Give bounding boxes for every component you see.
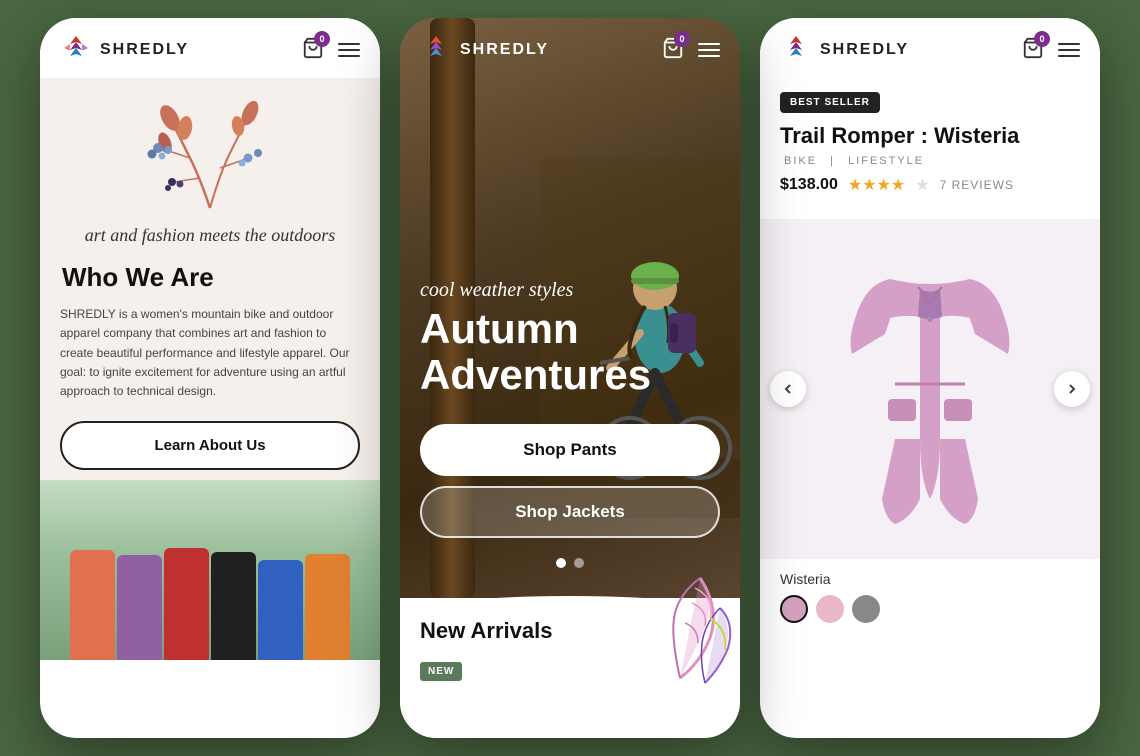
product-price: $138.00	[780, 176, 838, 194]
shredly-logo-icon-2	[420, 34, 452, 66]
chevron-right-icon	[1066, 383, 1078, 395]
phone2-cta-buttons: Shop Pants Shop Jackets	[420, 424, 720, 538]
romper-illustration	[810, 239, 1050, 539]
phone2-autumn-line2: Adventures	[420, 352, 651, 398]
product-title: Trail Romper : Wisteria	[780, 123, 1080, 149]
swatch-wisteria[interactable]	[780, 595, 808, 623]
product-categories: BIKE | LIFESTYLE	[780, 155, 1080, 167]
category-bike: BIKE	[784, 155, 817, 167]
product-stars: ★★★★	[848, 175, 905, 195]
carousel-prev-button[interactable]	[770, 371, 806, 407]
phone3-cart-badge: 0	[1034, 31, 1050, 47]
phone3-logo: SHREDLY	[780, 34, 909, 66]
carousel-next-button[interactable]	[1054, 371, 1090, 407]
feather-decoration	[620, 568, 740, 688]
phone1-cart-badge: 0	[314, 31, 330, 47]
shop-jackets-button[interactable]: Shop Jackets	[420, 486, 720, 538]
phone1-cart[interactable]: 0	[302, 37, 324, 64]
phone-3: SHREDLY 0 BEST SELLER Trail Romper : Wis…	[760, 18, 1100, 738]
phone2-cart-badge: 0	[674, 31, 690, 47]
phone3-product-image	[760, 219, 1100, 559]
product-star-half: ★	[915, 175, 929, 195]
phone3-bottom: Wisteria	[760, 559, 1100, 635]
phone3-cart[interactable]: 0	[1022, 37, 1044, 64]
learn-about-us-button[interactable]: Learn About Us	[60, 421, 360, 470]
figure-3	[164, 548, 209, 660]
shredly-logo-icon-3	[780, 34, 812, 66]
phone2-bottom: New Arrivals NEW	[400, 598, 740, 738]
phone2-hero-text: cool weather styles Autumn Adventures	[420, 279, 651, 398]
phone3-nav-icons: 0	[1022, 37, 1080, 64]
shredly-logo-icon	[60, 34, 92, 66]
phone2-autumn-line1: Autumn	[420, 306, 651, 352]
color-name-label: Wisteria	[780, 571, 1080, 587]
swatch-pink[interactable]	[816, 595, 844, 623]
swatch-gray[interactable]	[852, 595, 880, 623]
figure-4	[211, 552, 256, 660]
figure-2	[117, 555, 162, 660]
phone2-logo: SHREDLY	[420, 34, 549, 66]
color-swatches	[780, 595, 1080, 623]
figure-6	[305, 554, 350, 660]
group-photo-simulation	[40, 480, 380, 660]
phone1-nav: SHREDLY 0	[40, 18, 380, 78]
phone1-description: SHREDLY is a women's mountain bike and o…	[60, 305, 360, 401]
dot-1[interactable]	[556, 558, 566, 568]
phone2-new-badge: NEW	[420, 662, 462, 681]
phone1-hero: art and fashion meets the outdoors Who W…	[40, 78, 380, 480]
phone1-tagline: art and fashion meets the outdoors	[60, 223, 360, 248]
phone1-logo-text: SHREDLY	[100, 41, 189, 59]
phone2-nav: SHREDLY 0	[400, 18, 740, 78]
phone2-hamburger[interactable]	[698, 43, 720, 57]
floral-art	[130, 98, 290, 218]
phone1-who-heading: Who We Are	[60, 262, 360, 293]
phone3-nav: SHREDLY 0	[760, 18, 1100, 78]
phone3-hamburger[interactable]	[1058, 43, 1080, 57]
phone2-cool-label: cool weather styles	[420, 279, 651, 302]
product-review-count: 7 REVIEWS	[940, 178, 1014, 192]
group-figures	[70, 530, 350, 660]
phone1-logo: SHREDLY	[60, 34, 189, 66]
product-price-row: $138.00 ★★★★★ 7 REVIEWS	[780, 175, 1080, 195]
figure-1	[70, 550, 115, 660]
phone2-carousel-dots	[556, 558, 584, 568]
phones-container: SHREDLY 0	[0, 0, 1140, 756]
category-lifestyle: LIFESTYLE	[848, 155, 924, 167]
category-separator: |	[830, 155, 835, 167]
dot-2[interactable]	[574, 558, 584, 568]
phone3-logo-text: SHREDLY	[820, 41, 909, 59]
phone2-cart[interactable]: 0	[662, 37, 684, 64]
phone3-product-content: BEST SELLER Trail Romper : Wisteria BIKE…	[760, 78, 1100, 219]
phone1-hamburger[interactable]	[338, 43, 360, 57]
phone1-nav-icons: 0	[302, 37, 360, 64]
chevron-left-icon	[782, 383, 794, 395]
figure-5	[258, 560, 303, 660]
phone2-logo-text: SHREDLY	[460, 41, 549, 59]
phone-2: SHREDLY 0 cool weather styles Autumn Adv…	[400, 18, 740, 738]
phone1-group-photo	[40, 480, 380, 660]
phone-1: SHREDLY 0	[40, 18, 380, 738]
phone2-hero: SHREDLY 0 cool weather styles Autumn Adv…	[400, 18, 740, 598]
phone2-nav-icons: 0	[662, 37, 720, 64]
shop-pants-button[interactable]: Shop Pants	[420, 424, 720, 476]
best-seller-badge: BEST SELLER	[780, 92, 880, 113]
